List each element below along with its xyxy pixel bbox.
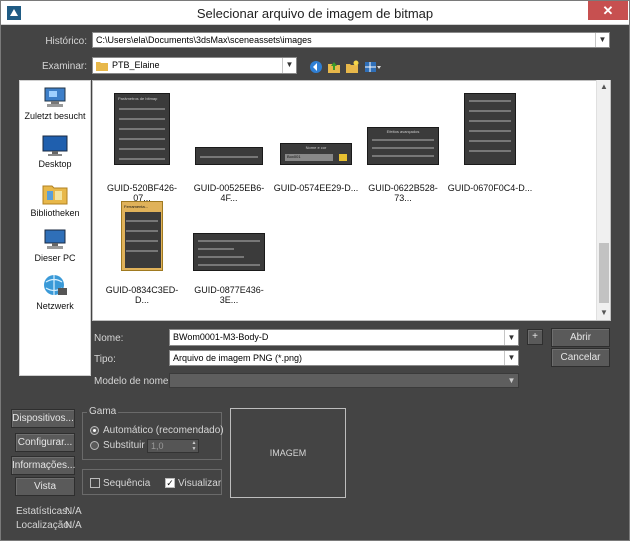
file-thumbnail: Efeitos avançados xyxy=(367,127,439,165)
history-label: Histórico: xyxy=(45,36,87,47)
look-in-combo[interactable]: PTB_Elaine ▼ xyxy=(92,57,297,74)
view-button[interactable]: Vista xyxy=(15,477,75,496)
place-label: Desktop xyxy=(38,159,72,169)
desktop-icon xyxy=(42,135,68,156)
thumbnail-caption: Parâmetros de bitmap xyxy=(118,96,158,101)
place-label: Zuletzt besucht xyxy=(24,111,86,121)
statistics-value: N/A xyxy=(65,506,82,517)
place-label: Dieser PC xyxy=(34,253,76,263)
thumbnail-caption: Ferramenta... xyxy=(124,204,149,209)
file-dialog-window: Selecionar arquivo de imagem de bitmap ✕… xyxy=(0,0,630,541)
file-name: GUID-0622B528-73... xyxy=(368,183,438,203)
gamma-title: Gama xyxy=(87,406,119,417)
chevron-down-icon[interactable]: ▼ xyxy=(504,351,518,365)
file-thumbnail: Nome e cor Box001 xyxy=(280,143,352,165)
place-network[interactable]: Netzwerk xyxy=(20,273,90,311)
file-item[interactable]: GUID-00525EB6-4F... xyxy=(186,91,272,203)
filetype-label: Tipo: xyxy=(94,354,116,365)
chevron-down-icon[interactable]: ▼ xyxy=(504,374,518,387)
place-recent[interactable]: Zuletzt besucht xyxy=(20,85,90,121)
chevron-down-icon[interactable]: ▼ xyxy=(504,330,518,345)
file-thumbnail: Parâmetros de bitmap xyxy=(114,93,170,165)
file-thumbnail xyxy=(464,93,516,165)
chevron-down-icon[interactable]: ▼ xyxy=(595,33,609,47)
scroll-up-icon[interactable]: ▲ xyxy=(597,80,611,94)
open-button[interactable]: Abrir xyxy=(551,328,610,347)
file-name: GUID-0877E436-3E... xyxy=(194,285,264,305)
file-item[interactable]: Ferramenta... GUID-0834C3ED-D... xyxy=(99,199,185,305)
place-label: Bibliotheken xyxy=(30,208,80,218)
sequence-checkbox[interactable] xyxy=(90,478,100,488)
file-name: GUID-0834C3ED-D... xyxy=(105,285,179,305)
file-item[interactable]: GUID-0877E436-3E... xyxy=(186,199,272,305)
filename-combo[interactable]: BWom0001-M3-Body-D ▼ xyxy=(169,329,519,346)
look-in-label: Examinar: xyxy=(41,61,87,72)
gamma-override-label: Substituir xyxy=(103,440,145,451)
name-template-combo[interactable]: ▼ xyxy=(169,373,519,388)
file-item[interactable]: Efeitos avançados GUID-0622B528-73... xyxy=(360,91,446,203)
computer-icon xyxy=(44,229,66,249)
file-thumbnail: Ferramenta... xyxy=(121,201,163,271)
thumbnail-caption: Box001 xyxy=(285,154,333,161)
place-desktop[interactable]: Desktop xyxy=(20,133,90,169)
cancel-button[interactable]: Cancelar xyxy=(551,348,610,367)
gamma-override-spinner[interactable]: 1,0 ▲ ▼ xyxy=(147,439,199,453)
location-label: Localização: xyxy=(16,520,72,531)
sequence-label: Sequência xyxy=(103,478,151,489)
filename-label: Nome: xyxy=(94,333,124,344)
preview-checkbox[interactable]: ✓ xyxy=(165,478,175,488)
thumbnail-caption: Nome e cor xyxy=(305,145,327,150)
up-folder-icon[interactable] xyxy=(327,60,341,74)
scrollbar-thumb[interactable] xyxy=(599,243,609,303)
location-value: N/A xyxy=(65,520,82,531)
folder-icon xyxy=(96,62,108,71)
thumbnail-caption: Efeitos avançados xyxy=(386,129,420,134)
gamma-auto-label: Automático (recomendado) xyxy=(103,425,224,436)
place-libraries[interactable]: Bibliotheken xyxy=(20,180,90,218)
file-thumbnail xyxy=(193,233,265,271)
file-thumbnail xyxy=(195,147,263,165)
file-item[interactable]: GUID-0670F0C4-D... xyxy=(447,91,533,193)
file-item[interactable]: Parâmetros de bitmap GUID-520BF426-07... xyxy=(99,91,185,203)
place-this-pc[interactable]: Dieser PC xyxy=(20,227,90,263)
history-combo[interactable]: C:\Users\ela\Documents\3dsMax\sceneasset… xyxy=(92,32,610,48)
history-path: C:\Users\ela\Documents\3dsMax\sceneasset… xyxy=(96,35,312,45)
chevron-down-icon[interactable]: ▼ xyxy=(282,58,296,73)
file-name: GUID-0670F0C4-D... xyxy=(447,183,533,193)
filetype-value: Arquivo de imagem PNG (*.png) xyxy=(173,353,303,363)
close-button[interactable]: ✕ xyxy=(588,1,628,20)
window-title: Selecionar arquivo de imagem de bitmap xyxy=(196,6,434,21)
scroll-down-icon[interactable]: ▼ xyxy=(597,306,611,320)
devices-button[interactable]: Dispositivos... xyxy=(11,409,75,428)
gamma-override-value: 1,0 xyxy=(151,441,164,451)
file-list[interactable]: Parâmetros de bitmap GUID-520BF426-07...… xyxy=(92,80,611,321)
new-folder-icon[interactable] xyxy=(345,60,359,74)
info-button[interactable]: Informações... xyxy=(11,456,75,475)
view-menu-icon[interactable] xyxy=(364,60,382,74)
gamma-auto-radio[interactable] xyxy=(90,426,99,435)
places-bar: Zuletzt besucht Desktop Bibliotheken Die… xyxy=(19,80,91,376)
setup-button[interactable]: Configurar... xyxy=(15,433,75,452)
recent-places-icon xyxy=(44,87,66,107)
filetype-combo[interactable]: Arquivo de imagem PNG (*.png) ▼ xyxy=(169,350,519,366)
file-list-scrollbar[interactable]: ▲ ▼ xyxy=(596,80,610,320)
gamma-override-radio[interactable] xyxy=(90,441,99,450)
preview-label: Visualizar xyxy=(178,478,222,489)
libraries-icon xyxy=(42,185,68,205)
file-name: GUID-0574EE29-D... xyxy=(273,183,359,193)
name-template-label: Modelo de nome: xyxy=(94,376,172,387)
image-preview: IMAGEM xyxy=(230,408,346,498)
network-icon xyxy=(44,275,67,295)
place-label: Netzwerk xyxy=(36,301,74,311)
add-button[interactable]: + xyxy=(527,329,543,345)
filename-value: BWom0001-M3-Body-D xyxy=(173,332,269,342)
look-in-folder-name: PTB_Elaine xyxy=(112,60,160,70)
back-icon[interactable] xyxy=(309,60,323,74)
file-item[interactable]: Nome e cor Box001 GUID-0574EE29-D... xyxy=(273,91,359,193)
statistics-label: Estatísticas: xyxy=(16,506,70,517)
title-bar: Selecionar arquivo de imagem de bitmap ✕ xyxy=(1,1,629,25)
spinner-arrows-icon[interactable]: ▲ ▼ xyxy=(190,440,198,452)
